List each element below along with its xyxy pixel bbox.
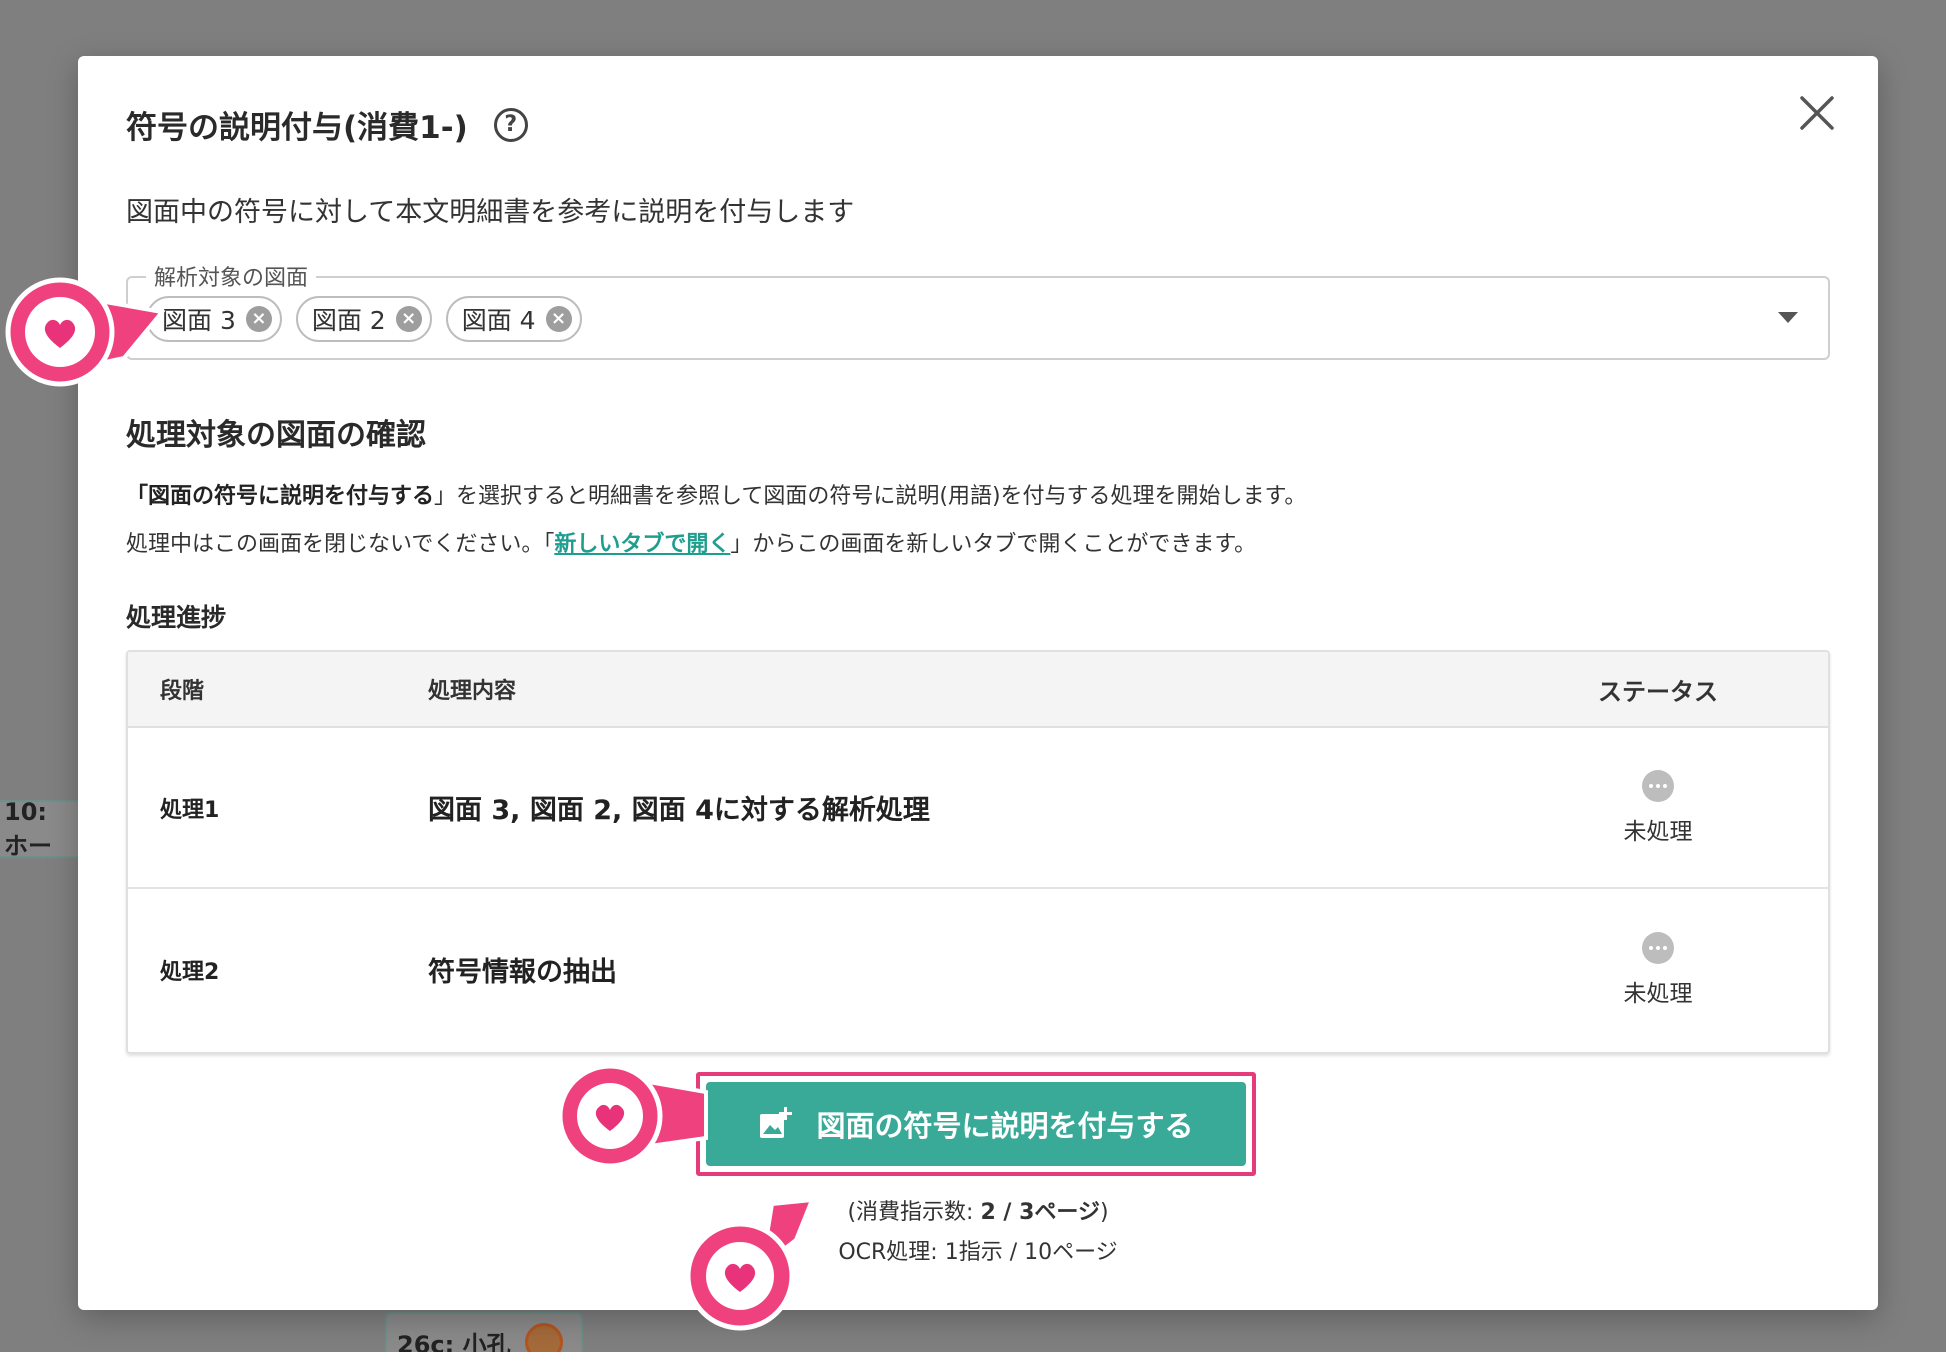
chip-drawing-2[interactable]: 図面 2 × — [295, 296, 432, 342]
header-step: 段階 — [160, 679, 205, 704]
modal-description: 図面中の符号に対して本文明細書を参考に説明を付与します — [126, 197, 855, 228]
heart-marker-icon — [4, 276, 174, 392]
row-step: 処理1 — [160, 797, 220, 823]
status-text: 未処理 — [1623, 818, 1693, 845]
close-icon[interactable] — [1796, 92, 1838, 134]
bold-button-reference: 図面の符号に説明を付与する — [148, 484, 435, 509]
row-status: 未処理 — [1528, 769, 1828, 846]
header-status: ステータス — [1598, 677, 1718, 706]
row-status: 未処理 — [1528, 931, 1828, 1008]
remove-chip-icon[interactable]: × — [395, 306, 422, 332]
heart-marker-icon — [685, 1196, 816, 1340]
button-highlight-frame: 図面の符号に説明を付与する — [696, 1072, 1256, 1176]
chip-label: 図面 2 — [311, 306, 386, 335]
table-row: 処理1 図面 3, 図面 2, 図面 4に対する解析処理 未処理 — [128, 728, 1828, 889]
remove-chip-icon[interactable]: × — [245, 306, 272, 332]
consumption-prefix: (消費指示数: — [847, 1200, 981, 1225]
chip-label: 図面 4 — [461, 306, 536, 335]
background-node-bottom: 26c: 小孔 — [385, 1312, 583, 1352]
modal-dialog: 符号の説明付与(消費1-) ? 図面中の符号に対して本文明細書を参考に説明を付与… — [78, 56, 1878, 1310]
row-content: 符号情報の抽出 — [428, 957, 617, 988]
open-new-tab-link[interactable]: 新しいタブで開く — [554, 532, 730, 557]
quote-open: 「 — [126, 484, 149, 509]
instruction-text-1: 「図面の符号に説明を付与する」を選択すると明細書を参照して図面の符号に説明(用語… — [126, 478, 1306, 510]
background-node-label: 26c: 小孔 — [397, 1330, 511, 1352]
status-text: 未処理 — [1623, 980, 1693, 1007]
background-node-label: 10: ホー — [4, 797, 52, 860]
consumption-suffix: ) — [1099, 1200, 1109, 1225]
button-label: 図面の符号に説明を付与する — [816, 1109, 1194, 1143]
table-row: 処理2 符号情報の抽出 未処理 — [128, 889, 1828, 1050]
progress-table: 段階 処理内容 ステータス 処理1 図面 3, 図面 2, 図面 4に対する解析… — [126, 650, 1830, 1054]
progress-title: 処理進捗 — [126, 603, 227, 632]
drawing-multi-select[interactable]: 解析対象の図面 図面 3 × 図面 2 × 図面 4 × — [126, 260, 1830, 360]
remove-chip-icon[interactable]: × — [545, 306, 572, 332]
instruction-rest: 」を選択すると明細書を参照して図面の符号に説明(用語)を付与する処理を開始します… — [434, 484, 1307, 509]
row-content: 図面 3, 図面 2, 図面 4に対する解析処理 — [428, 795, 930, 826]
comment-icon — [524, 1323, 563, 1352]
add-image-icon — [760, 1107, 793, 1138]
modal-header: 符号の説明付与(消費1-) ? — [126, 102, 528, 147]
chip-list: 図面 3 × 図面 2 × 図面 4 × — [146, 296, 582, 342]
instruction-text-2: 処理中はこの画面を閉じないでください。「新しいタブで開く」からこの画面を新しいタ… — [126, 526, 1256, 558]
dropdown-arrow-icon[interactable] — [1778, 312, 1798, 323]
consumption-count: 2 / 3ページ — [980, 1200, 1100, 1225]
chip-drawing-4[interactable]: 図面 4 × — [445, 296, 582, 342]
help-icon[interactable]: ? — [493, 107, 528, 142]
pending-icon — [1642, 769, 1674, 802]
instruction-before-link: 処理中はこの画面を閉じないでください。「 — [126, 532, 555, 557]
instruction-after-link: 」からこの画面を新しいタブで開くことができます。 — [730, 532, 1257, 557]
ocr-info: OCR処理: 1指示 / 10ページ — [838, 1240, 1118, 1265]
modal-title: 符号の説明付与(消費1-) — [126, 110, 468, 146]
row-step: 処理2 — [160, 959, 220, 985]
pending-icon — [1642, 931, 1674, 964]
table-header: 段階 処理内容 ステータス — [128, 652, 1828, 728]
heart-marker-icon — [556, 1062, 722, 1174]
section-title: 処理対象の図面の確認 — [126, 418, 426, 453]
consumption-info: (消費指示数: 2 / 3ページ) — [78, 1194, 1878, 1226]
background-node-left: 10: ホー — [0, 797, 82, 860]
add-description-button[interactable]: 図面の符号に説明を付与する — [706, 1082, 1246, 1166]
header-content: 処理内容 — [428, 679, 517, 704]
